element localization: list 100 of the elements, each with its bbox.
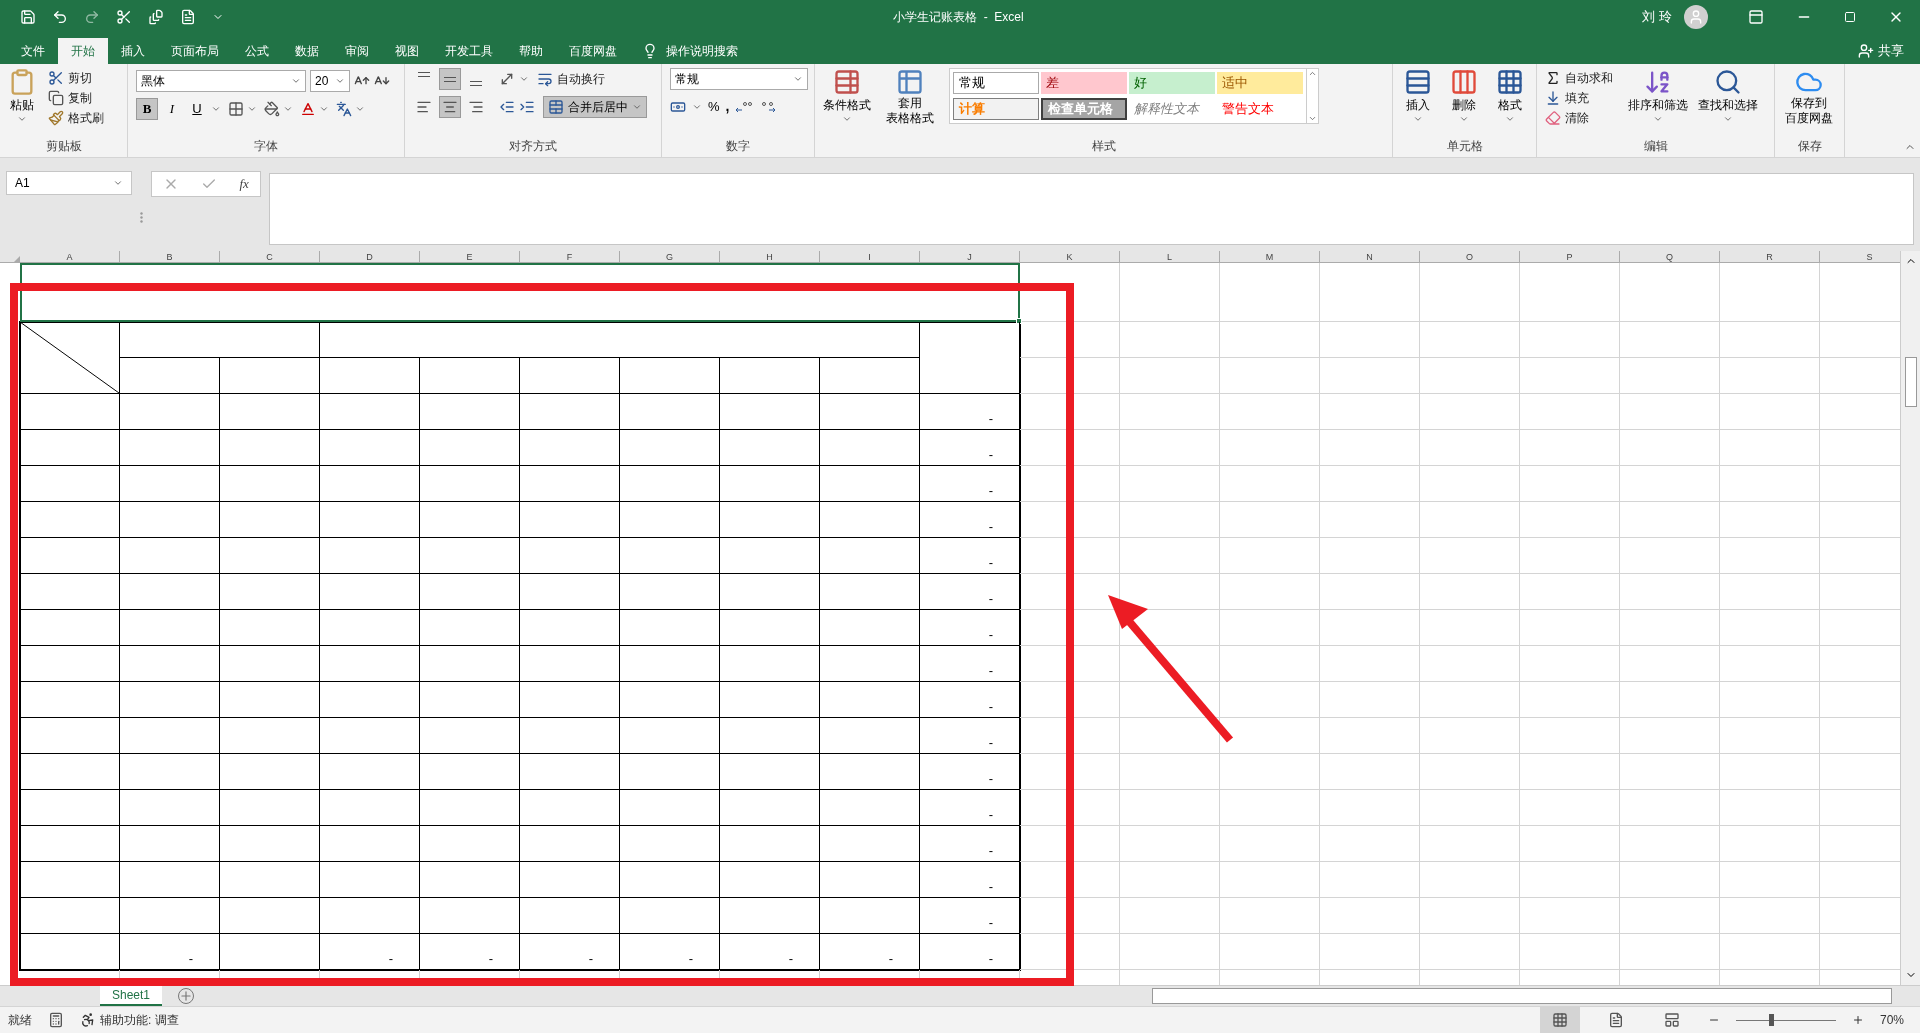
format-as-table-button[interactable]: 套用 表格格式 <box>879 68 941 126</box>
copy-button[interactable]: 复制 <box>44 88 108 108</box>
sheet-tab[interactable]: Sheet1 <box>100 986 163 1006</box>
table-cell: - <box>520 934 620 970</box>
accessibility-status[interactable]: 辅助功能: 调查 <box>100 1011 179 1029</box>
column-header[interactable]: J <box>920 251 1020 262</box>
orientation-icon[interactable] <box>499 71 515 87</box>
insert-function-button[interactable]: fx <box>239 174 249 194</box>
scroll-thumb[interactable] <box>1904 357 1917 407</box>
ribbon-tab[interactable]: 审阅 <box>332 38 382 64</box>
ribbon-display-icon[interactable] <box>1748 9 1764 25</box>
selected-merged-cell[interactable] <box>20 263 1020 322</box>
format-painter-button[interactable]: 格式刷 <box>44 108 108 128</box>
cell-style-swatch[interactable]: 适中 <box>1217 72 1303 94</box>
column-header[interactable]: R <box>1720 251 1820 262</box>
column-header[interactable]: B <box>120 251 220 262</box>
macro-record-icon[interactable] <box>48 1012 64 1028</box>
zoom-thumb[interactable] <box>1768 1014 1774 1026</box>
view-button[interactable] <box>1539 1006 1580 1033</box>
column-header[interactable]: K <box>1020 251 1120 262</box>
conditional-format-button[interactable]: 条件格式 <box>819 68 875 124</box>
cut-button[interactable]: 剪切 <box>44 68 108 88</box>
sigma-icon <box>1545 70 1561 86</box>
fill-button[interactable]: 填充 <box>1541 88 1617 108</box>
new-file-icon[interactable] <box>180 9 196 25</box>
percent-button[interactable]: % <box>708 96 720 117</box>
ribbon-tab[interactable]: 开始 <box>58 38 108 64</box>
table-cell: - <box>920 574 1020 610</box>
ribbon-tab[interactable]: 公式 <box>232 38 282 64</box>
maximize-icon[interactable] <box>1844 11 1856 23</box>
bold-button[interactable]: B <box>136 98 158 120</box>
column-header[interactable]: Q <box>1620 251 1720 262</box>
ribbon-tab[interactable]: 开发工具 <box>432 38 506 64</box>
clear-button[interactable]: 清除 <box>1541 108 1617 128</box>
font-color-icon[interactable] <box>300 101 316 117</box>
cell-style-swatch[interactable]: 好 <box>1129 72 1215 94</box>
cell-style-swatch[interactable]: 差 <box>1041 72 1127 94</box>
column-header[interactable]: M <box>1220 251 1320 262</box>
scissors-icon[interactable] <box>116 9 132 25</box>
borders-icon[interactable] <box>228 101 244 117</box>
column-header[interactable]: O <box>1420 251 1520 262</box>
column-header[interactable]: H <box>720 251 820 262</box>
gallery-scrollbar[interactable] <box>1306 69 1318 123</box>
table-cell: - <box>920 862 1020 898</box>
insert-cells-button[interactable]: 插入 <box>1397 68 1439 124</box>
delete-cells-button[interactable]: 删除 <box>1443 68 1485 124</box>
comma-button[interactable]: , <box>725 96 730 117</box>
share-button[interactable]: 共享 <box>1858 38 1904 64</box>
sort-filter-button[interactable]: 排序和筛选 <box>1625 68 1691 124</box>
column-header[interactable]: C <box>220 251 320 262</box>
wrap-text-button[interactable]: 自动换行 <box>533 69 609 89</box>
accessibility-icon[interactable] <box>80 1012 96 1028</box>
column-header[interactable]: G <box>620 251 720 262</box>
ribbon-tab[interactable]: 数据 <box>282 38 332 64</box>
horizontal-scrollbar[interactable] <box>1152 988 1892 1004</box>
number-format-field[interactable]: 常规 <box>670 68 808 90</box>
underline-button[interactable]: U <box>186 98 208 120</box>
zoom-slider[interactable] <box>1735 1014 1836 1026</box>
column-header[interactable]: D <box>320 251 420 262</box>
ribbon-tab[interactable]: 页面布局 <box>158 38 232 64</box>
decrease-decimal-icon[interactable] <box>759 99 778 114</box>
vertical-scrollbar[interactable] <box>1900 251 1920 985</box>
lightbulb-icon[interactable] <box>642 43 658 59</box>
name-box[interactable]: A1 <box>6 171 132 195</box>
column-header[interactable]: L <box>1120 251 1220 262</box>
italic-button[interactable]: I <box>161 98 183 120</box>
autosum-button[interactable]: 自动求和 <box>1541 68 1617 88</box>
merge-center-button[interactable]: 合并后居中 <box>543 96 647 118</box>
paste-button[interactable]: 粘贴 <box>4 68 40 124</box>
cell-style-swatch[interactable]: 常规 <box>953 72 1039 94</box>
horizontal-align-button[interactable] <box>439 96 461 118</box>
font-name-field[interactable]: 黑体 <box>136 70 306 92</box>
ribbon-tab[interactable]: 帮助 <box>506 38 556 64</box>
increase-indent-icon[interactable] <box>519 99 535 115</box>
ribbon-tab[interactable]: 文件 <box>8 38 58 64</box>
decrease-indent-icon[interactable] <box>499 99 515 115</box>
ribbon-tab[interactable]: 百度网盘 <box>556 38 630 64</box>
save-icon[interactable] <box>20 9 36 25</box>
save-to-cloud-button[interactable]: 保存到 百度网盘 <box>1779 68 1839 126</box>
fill-color-icon[interactable] <box>264 101 280 117</box>
tell-me-search[interactable]: 操作说明搜索 <box>666 42 738 60</box>
column-header[interactable]: A <box>20 251 120 262</box>
avatar[interactable] <box>1684 5 1708 29</box>
column-header[interactable]: N <box>1320 251 1420 262</box>
formula-input[interactable] <box>269 173 1914 245</box>
increase-decimal-icon[interactable] <box>735 99 754 114</box>
zoom-in-icon[interactable] <box>1851 1014 1864 1026</box>
ribbon-tab[interactable]: 视图 <box>382 38 432 64</box>
column-header[interactable]: F <box>520 251 620 262</box>
find-select-button[interactable]: 查找和选择 <box>1695 68 1761 124</box>
caret-icon <box>519 74 529 84</box>
font-size-field[interactable]: 20 <box>310 70 350 92</box>
column-header[interactable]: P <box>1520 251 1620 262</box>
phonetic-icon[interactable] <box>336 101 352 117</box>
column-header[interactable]: E <box>420 251 520 262</box>
format-cells-button[interactable]: 格式 <box>1489 68 1531 124</box>
column-header[interactable]: I <box>820 251 920 262</box>
vertical-align-button[interactable] <box>439 68 461 90</box>
undo-icon[interactable] <box>52 9 68 25</box>
ribbon-tab[interactable]: 插入 <box>108 38 158 64</box>
